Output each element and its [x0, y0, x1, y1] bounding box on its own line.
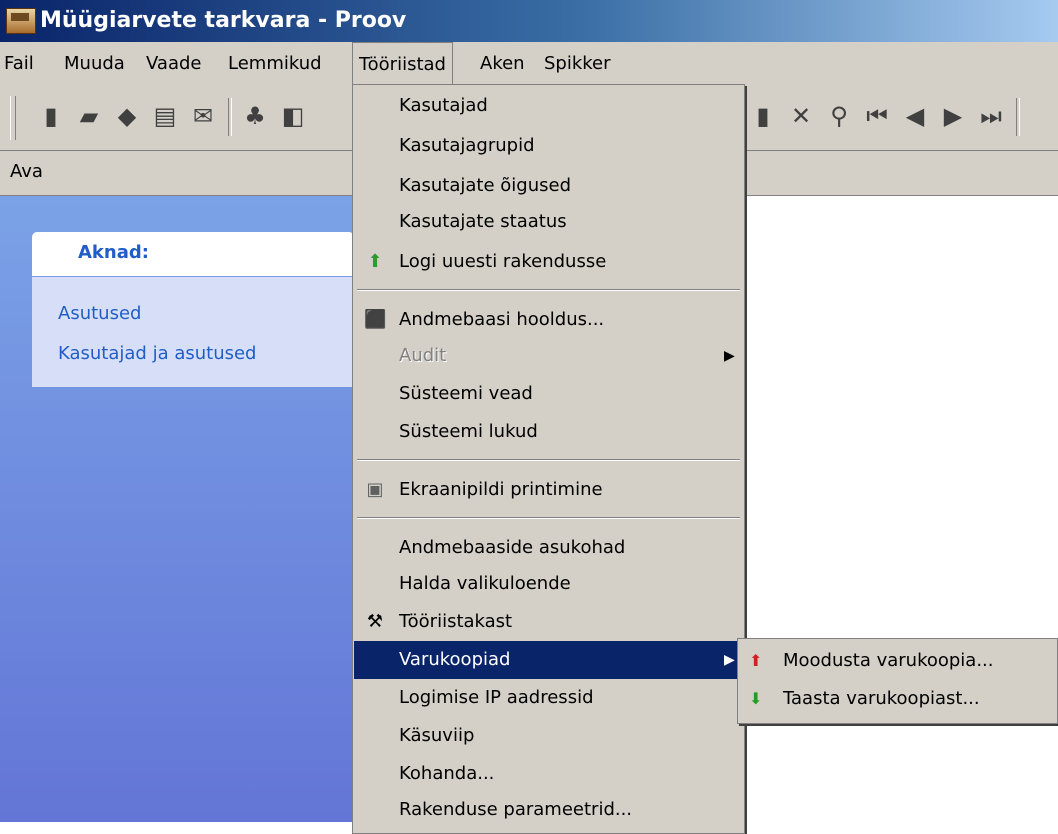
menu-lemmikud[interactable]: Lemmikud [228, 42, 322, 86]
submenu-item-moodusta-varukoopia[interactable]: ⬆ Moodusta varukoopia... [739, 642, 1055, 680]
menu-item-kasutajagrupid[interactable]: Kasutajagrupid [354, 127, 743, 165]
menu-item-kasutajate-oigused[interactable]: Kasutajate õigused [354, 167, 743, 205]
menu-item-label: Käsuviip [399, 725, 475, 746]
menu-aken[interactable]: Aken [480, 42, 525, 86]
menu-item-label: Andmebaasi hooldus... [399, 309, 605, 330]
database-wand-icon: ⬛ [364, 309, 387, 330]
camera-icon: ▣ [366, 479, 384, 500]
menu-item-audit[interactable]: Audit ▶ [354, 337, 743, 375]
menu-item-label: Logimise IP aadressid [399, 687, 594, 708]
menu-item-rakenduse-parameetrid[interactable]: Rakenduse parameetrid... [354, 791, 743, 829]
menu-item-kohanda[interactable]: Kohanda... [354, 755, 743, 793]
menu-vaade[interactable]: Vaade [146, 42, 201, 86]
menu-bar: Fail Muuda Vaade Lemmikud Tööriistad Ake… [0, 42, 1058, 86]
search-icon[interactable]: ⚲ [824, 100, 854, 132]
cash-register-icon[interactable] [6, 8, 36, 34]
menu-item-label: Kasutajate õigused [399, 175, 572, 196]
next-record-icon[interactable]: ▶ [938, 100, 968, 132]
task-panel-body: Asutused Kasutajad ja asutused [32, 277, 354, 387]
document-icon[interactable]: ▮ [748, 100, 778, 132]
print-preview-icon[interactable]: ◧ [278, 100, 308, 132]
menu-item-label: Kasutajad [399, 95, 488, 116]
menu-item-halda-valikuloende[interactable]: Halda valikuloende [354, 565, 743, 603]
menu-item-label: Kohanda... [399, 763, 495, 784]
new-document-icon[interactable]: ▮ [36, 100, 66, 132]
submenu-item-label: Moodusta varukoopia... [783, 650, 994, 671]
menu-spikker[interactable]: Spikker [544, 42, 611, 86]
menu-item-tooriistakast[interactable]: ⚒ Tööriistakast [354, 603, 743, 641]
menu-item-susteemi-vead[interactable]: Süsteemi vead [354, 375, 743, 413]
submenu-arrow-icon: ▶ [724, 348, 735, 364]
window-title: Müügiarvete tarkvara - Proov [40, 8, 407, 33]
menu-item-label: Varukoopiad [399, 649, 511, 670]
menu-item-label: Andmebaaside asukohad [399, 537, 626, 558]
menu-separator [357, 517, 740, 519]
menu-item-varukoopiad[interactable]: Varukoopiad ▶ [354, 641, 743, 679]
menu-fail[interactable]: Fail [0, 42, 34, 86]
menu-item-andmebaaside-asukohad[interactable]: Andmebaaside asukohad [354, 529, 743, 567]
tools-dropdown-menu: Kasutajad Kasutajagrupid Kasutajate õigu… [352, 84, 745, 834]
green-arrow-icon: ⬆ [367, 251, 383, 272]
menu-item-ekraanipildi-printimine[interactable]: ▣ Ekraanipildi printimine [354, 471, 743, 509]
tools-icon: ⚒ [366, 611, 384, 632]
menu-item-label: Logi uuesti rakendusse [399, 251, 607, 272]
menu-item-label: Halda valikuloende [399, 573, 571, 594]
link-kasutajad-ja-asutused[interactable]: Kasutajad ja asutused [58, 343, 256, 364]
last-record-icon[interactable]: ⏭ [976, 100, 1006, 132]
delete-icon[interactable]: ✕ [786, 100, 816, 132]
menu-item-kasutajad[interactable]: Kasutajad [354, 87, 743, 125]
task-panel-header[interactable]: Aknad: [32, 232, 354, 276]
menu-separator [357, 289, 740, 291]
title-bar: Müügiarvete tarkvara - Proov [0, 0, 1058, 42]
menu-item-label: Ekraanipildi printimine [399, 479, 603, 500]
first-record-icon[interactable]: ⏮ [862, 100, 892, 132]
menu-item-andmebaasi-hooldus[interactable]: ⬛ Andmebaasi hooldus... [354, 301, 743, 339]
address-label[interactable]: Ava [10, 161, 43, 182]
backup-restore-icon: ⬇ [749, 689, 763, 708]
backups-submenu: ⬆ Moodusta varukoopia... ⬇ Taasta varukoop… [737, 638, 1058, 724]
toolbar-separator [1016, 98, 1020, 136]
menu-item-label: Audit [399, 345, 447, 366]
copy-document-icon[interactable]: ▰ [74, 100, 104, 132]
toolbar-grip[interactable] [10, 96, 16, 140]
menu-tooriistad[interactable]: Tööriistad [352, 42, 453, 85]
menu-item-label: Tööriistakast [399, 611, 513, 632]
submenu-item-taasta-varukoopiast[interactable]: ⬇ Taasta varukoopiast... [739, 680, 1055, 718]
menu-item-label: Süsteemi vead [399, 383, 533, 404]
menu-separator [357, 459, 740, 461]
menu-muuda[interactable]: Muuda [64, 42, 125, 86]
menu-item-susteemi-lukud[interactable]: Süsteemi lukud [354, 413, 743, 451]
task-panel-title: Aknad: [78, 242, 149, 263]
menu-item-kasuviip[interactable]: Käsuviip [354, 717, 743, 755]
menu-item-label: Rakenduse parameetrid... [399, 799, 633, 820]
mail-icon[interactable]: ✉ [188, 100, 218, 132]
toolbar-separator [228, 98, 232, 136]
menu-item-logi-uuesti[interactable]: ⬆ Logi uuesti rakendusse [354, 243, 743, 281]
print-icon[interactable]: ♣ [240, 100, 270, 132]
menu-item-logimise-ip[interactable]: Logimise IP aadressid [354, 679, 743, 717]
menu-item-label: Kasutajate staatus [399, 211, 567, 232]
link-asutused[interactable]: Asutused [58, 303, 141, 324]
submenu-arrow-icon: ▶ [724, 652, 735, 668]
backup-create-icon: ⬆ [749, 651, 763, 670]
open-document-icon[interactable]: ◆ [112, 100, 142, 132]
save-icon[interactable]: ▤ [150, 100, 180, 132]
menu-item-label: Süsteemi lukud [399, 421, 538, 442]
previous-record-icon[interactable]: ◀ [900, 100, 930, 132]
menu-item-kasutajate-staatus[interactable]: Kasutajate staatus [354, 203, 743, 241]
menu-item-label: Kasutajagrupid [399, 135, 535, 156]
submenu-item-label: Taasta varukoopiast... [783, 688, 980, 709]
